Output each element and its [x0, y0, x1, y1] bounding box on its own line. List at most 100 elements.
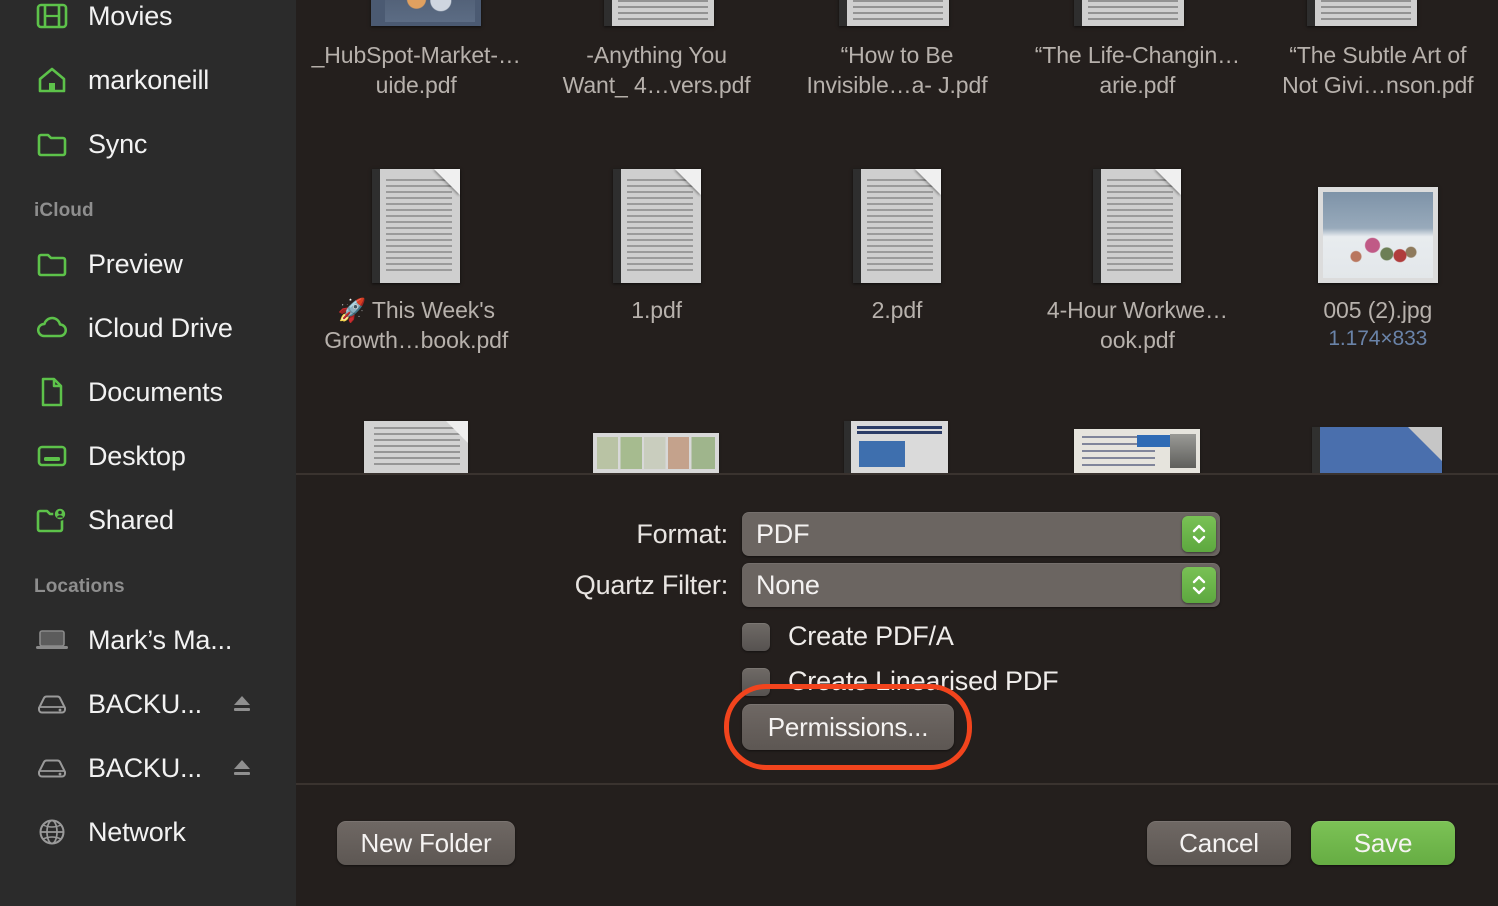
harddisk-icon — [32, 687, 72, 721]
format-row: Format: PDF — [296, 512, 1220, 556]
sidebar-item-label: BACKU... — [88, 752, 202, 783]
file-item[interactable] — [1017, 429, 1257, 473]
sidebar-item-movies[interactable]: Movies — [0, 0, 296, 48]
sidebar-item-label: iCloud Drive — [88, 312, 233, 343]
file-name: 🚀 This Week's Growth…book.pdf — [324, 297, 509, 353]
file-item[interactable] — [296, 421, 536, 473]
sidebar: Movies markoneill Sync iCloud Preview iC… — [0, 0, 296, 906]
file-name: 4-Hour Workwe…ook.pdf — [1046, 297, 1228, 353]
save-options-panel: Format: PDF Quartz Filter: None Create P… — [296, 473, 1498, 906]
file-thumbnail — [604, 0, 714, 26]
format-select[interactable]: PDF — [742, 512, 1220, 556]
movies-icon — [32, 0, 72, 33]
create-linearised-pdf-checkbox-row[interactable]: Create Linearised PDF — [742, 666, 1059, 697]
file-name: “The Life-Changin…arie.pdf — [1034, 42, 1241, 98]
file-item[interactable]: “The Subtle Art of Not Givi…nson.pdf — [1258, 30, 1498, 100]
create-pdfa-checkbox[interactable] — [742, 622, 770, 651]
globe-icon — [32, 815, 72, 849]
file-item[interactable] — [536, 433, 776, 473]
eject-icon[interactable] — [230, 689, 254, 720]
file-item[interactable] — [776, 421, 1016, 473]
create-linearised-pdf-checkbox[interactable] — [742, 667, 770, 696]
dialog-button-bar: New Folder Cancel Save — [296, 783, 1498, 906]
file-thumbnail — [612, 165, 701, 283]
folder-icon — [32, 247, 72, 281]
file-name: “How to Be Invisible…a- J.pdf — [806, 42, 988, 98]
file-thumbnail — [1074, 429, 1200, 473]
quartz-filter-select[interactable]: None — [742, 563, 1220, 607]
file-thumbnail — [593, 433, 719, 473]
sidebar-item-backup-2[interactable]: BACKU... — [0, 736, 296, 800]
new-folder-button[interactable]: New Folder — [337, 821, 515, 865]
eject-icon[interactable] — [230, 753, 254, 784]
file-item[interactable]: 4-Hour Workwe…ook.pdf — [1017, 155, 1257, 355]
sidebar-section-locations: Locations — [34, 576, 125, 597]
sidebar-item-markoneill[interactable]: markoneill — [0, 48, 296, 112]
create-pdfa-label: Create PDF/A — [788, 621, 954, 651]
file-item[interactable]: “The Life-Changin…arie.pdf — [1017, 30, 1257, 100]
file-browser[interactable]: _HubSpot-Market-…uide.pdf -Anything You … — [296, 0, 1498, 473]
sidebar-item-label: Sync — [88, 128, 148, 159]
create-pdfa-checkbox-row[interactable]: Create PDF/A — [742, 621, 954, 652]
file-grid-row-1: _HubSpot-Market-…uide.pdf -Anything You … — [296, 30, 1498, 100]
file-thumbnail — [364, 421, 468, 473]
file-thumbnail — [371, 0, 481, 26]
file-name: -Anything You Want_ 4…vers.pdf — [562, 42, 751, 98]
sidebar-item-documents[interactable]: Documents — [0, 360, 296, 424]
file-thumbnail — [839, 0, 949, 26]
sidebar-item-label: Desktop — [88, 440, 186, 471]
file-name: 2.pdf — [871, 297, 923, 323]
file-thumbnail — [1317, 165, 1438, 283]
sidebar-item-marks-mac[interactable]: Mark’s Ma... — [0, 608, 296, 672]
sidebar-item-network[interactable]: Network — [0, 800, 296, 864]
sidebar-item-label: Preview — [88, 248, 183, 279]
file-row-1-thumbnails — [296, 0, 1498, 26]
sidebar-item-label: Documents — [88, 376, 223, 407]
chevron-updown-icon[interactable] — [1182, 516, 1216, 552]
file-item[interactable]: -Anything You Want_ 4…vers.pdf — [536, 30, 776, 100]
file-thumbnail — [1312, 427, 1442, 473]
permissions-button[interactable]: Permissions... — [742, 704, 954, 750]
quartz-filter-label: Quartz Filter: — [574, 569, 728, 600]
file-name: _HubSpot-Market-…uide.pdf — [311, 42, 521, 98]
sidebar-item-sync[interactable]: Sync — [0, 112, 296, 176]
file-item[interactable] — [1257, 427, 1497, 473]
file-item[interactable]: 🚀 This Week's Growth…book.pdf — [296, 155, 536, 355]
sidebar-item-label: BACKU... — [88, 688, 202, 719]
file-thumbnail — [844, 421, 948, 473]
sidebar-item-shared[interactable]: Shared — [0, 488, 296, 552]
file-thumbnail — [852, 165, 941, 283]
desktop-icon — [32, 439, 72, 473]
file-item[interactable]: 005 (2).jpg 1.174×833 — [1258, 155, 1498, 355]
sidebar-item-label: markoneill — [88, 64, 210, 95]
file-item[interactable]: _HubSpot-Market-…uide.pdf — [296, 30, 536, 100]
sidebar-item-label: Shared — [88, 504, 174, 535]
sidebar-section-icloud: iCloud — [34, 200, 94, 221]
harddisk-icon — [32, 751, 72, 785]
chevron-updown-icon[interactable] — [1182, 567, 1216, 603]
file-item[interactable]: “How to Be Invisible…a- J.pdf — [777, 30, 1017, 100]
file-item[interactable]: 2.pdf — [777, 155, 1017, 355]
sidebar-item-preview[interactable]: Preview — [0, 232, 296, 296]
save-dialog-window: Movies markoneill Sync iCloud Preview iC… — [0, 0, 1498, 906]
file-item[interactable]: 1.pdf — [536, 155, 776, 355]
sidebar-item-backup-1[interactable]: BACKU... — [0, 672, 296, 736]
file-grid-row-3 — [296, 418, 1498, 473]
sidebar-item-icloud-drive[interactable]: iCloud Drive — [0, 296, 296, 360]
laptop-icon — [32, 623, 72, 657]
file-name: “The Subtle Art of Not Givi…nson.pdf — [1282, 42, 1474, 98]
shared-folder-icon — [32, 503, 72, 537]
file-thumbnail — [372, 165, 461, 283]
sidebar-item-label: Movies — [88, 0, 173, 31]
create-linearised-pdf-label: Create Linearised PDF — [788, 666, 1059, 696]
file-name: 005 (2).jpg — [1323, 297, 1433, 323]
file-thumbnail — [1074, 0, 1184, 26]
home-icon — [32, 63, 72, 97]
save-button[interactable]: Save — [1311, 821, 1455, 865]
file-thumbnail — [1093, 165, 1182, 283]
cancel-button[interactable]: Cancel — [1147, 821, 1291, 865]
cloud-icon — [32, 311, 72, 345]
quartz-filter-value: None — [756, 569, 820, 600]
format-label: Format: — [636, 518, 728, 549]
sidebar-item-desktop[interactable]: Desktop — [0, 424, 296, 488]
